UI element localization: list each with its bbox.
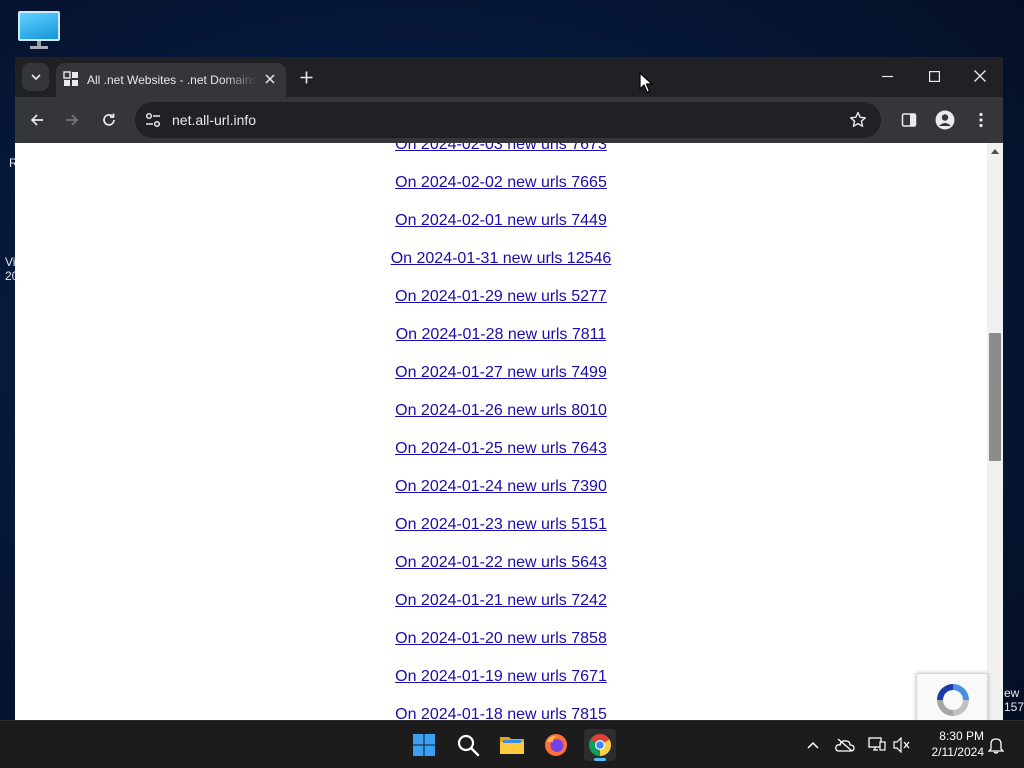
date-link[interactable]: On 2024-01-23 new urls 5151 — [15, 515, 987, 553]
date-link[interactable]: On 2024-01-31 new urls 12546 — [15, 249, 987, 287]
maximize-icon — [928, 70, 940, 82]
bookmark-star-icon[interactable] — [849, 111, 867, 129]
desktop-label-fragment: Vi — [5, 255, 16, 269]
clock-time: 8:30 PM — [939, 729, 984, 743]
site-favicon-icon — [63, 71, 78, 86]
start-button[interactable] — [408, 729, 440, 761]
scrollbar-thumb[interactable] — [989, 333, 1001, 461]
more-vertical-icon — [979, 112, 983, 128]
network-button[interactable] — [867, 735, 887, 755]
date-link[interactable]: On 2024-02-02 new urls 7665 — [15, 173, 987, 211]
forward-button[interactable] — [58, 106, 86, 134]
new-urls-link-list: On 2024-02-03 new urls 7673 On 2024-02-0… — [15, 143, 987, 720]
recaptcha-icon — [937, 684, 969, 716]
date-link[interactable]: On 2024-01-18 new urls 7815 — [15, 705, 987, 720]
date-link[interactable]: On 2024-02-01 new urls 7449 — [15, 211, 987, 249]
reload-button[interactable] — [95, 106, 123, 134]
taskbar: 8:30 PM 2/11/2024 — [0, 720, 1024, 768]
onedrive-offline-icon — [835, 738, 855, 752]
show-hidden-icons-button[interactable] — [803, 735, 823, 755]
firefox-icon — [545, 734, 567, 756]
minimize-icon — [881, 75, 893, 77]
page-content: On 2024-02-03 new urls 7673 On 2024-02-0… — [15, 143, 987, 720]
tab-title: All .net Websites - .net Domains — [87, 73, 257, 87]
navigation-toolbar: net.all-url.info — [15, 97, 1003, 143]
volume-muted-icon — [893, 737, 910, 753]
date-link[interactable]: On 2024-01-26 new urls 8010 — [15, 401, 987, 439]
notifications-button[interactable] — [986, 735, 1006, 755]
active-tab[interactable]: All .net Websites - .net Domains — [56, 63, 286, 97]
date-link[interactable]: On 2024-01-25 new urls 7643 — [15, 439, 987, 477]
desktop-this-pc-icon[interactable] — [18, 11, 60, 49]
profile-icon — [935, 110, 955, 130]
start-icon — [413, 734, 435, 756]
chevron-down-icon — [30, 74, 41, 81]
profile-button[interactable] — [931, 106, 959, 134]
date-link[interactable]: On 2024-01-21 new urls 7242 — [15, 591, 987, 629]
date-link[interactable]: On 2024-01-22 new urls 5643 — [15, 553, 987, 591]
date-link[interactable]: On 2024-01-27 new urls 7499 — [15, 363, 987, 401]
new-tab-button[interactable] — [296, 67, 316, 87]
search-icon — [457, 734, 480, 757]
reload-icon — [103, 113, 115, 126]
side-panel-icon — [901, 113, 917, 127]
date-link[interactable]: On 2024-01-29 new urls 5277 — [15, 287, 987, 325]
scroll-up-arrow-icon[interactable] — [987, 145, 1003, 157]
search-button[interactable] — [452, 729, 484, 761]
plus-icon — [300, 71, 312, 83]
tab-close-button[interactable] — [261, 70, 279, 88]
system-clock[interactable]: 8:30 PM 2/11/2024 — [918, 728, 985, 760]
address-bar[interactable]: net.all-url.info — [135, 102, 881, 138]
recaptcha-badge[interactable] — [916, 673, 988, 720]
onedrive-button[interactable] — [835, 735, 855, 755]
back-button[interactable] — [23, 106, 51, 134]
desktop-label-fragment: ew — [1004, 686, 1020, 700]
chevron-up-icon — [807, 741, 819, 749]
close-icon — [265, 74, 275, 84]
menu-button[interactable] — [967, 106, 995, 134]
page-scrollbar[interactable] — [987, 143, 1003, 720]
close-window-button[interactable] — [965, 64, 995, 88]
mouse-cursor-icon — [639, 72, 653, 93]
file-explorer-button[interactable] — [496, 729, 528, 761]
date-link[interactable]: On 2024-01-28 new urls 7811 — [15, 325, 987, 363]
network-icon — [868, 737, 886, 751]
date-link[interactable]: On 2024-01-19 new urls 7671 — [15, 667, 987, 705]
arrow-left-icon — [30, 114, 43, 126]
url-text: net.all-url.info — [172, 112, 257, 128]
maximize-button[interactable] — [919, 64, 949, 88]
file-explorer-icon — [500, 737, 524, 754]
chrome-icon — [589, 734, 611, 756]
volume-button[interactable] — [892, 735, 912, 755]
desktop-label-fragment: 157 — [1004, 700, 1024, 714]
clock-date: 2/11/2024 — [931, 745, 985, 759]
date-link[interactable]: On 2024-01-24 new urls 7390 — [15, 477, 987, 515]
chrome-window: All .net Websites - .net Domains net.all… — [15, 57, 1003, 720]
chrome-button[interactable] — [584, 729, 616, 761]
tab-strip: All .net Websites - .net Domains — [15, 57, 1003, 97]
site-info-icon[interactable] — [144, 111, 162, 129]
close-icon — [974, 70, 986, 82]
side-panel-button[interactable] — [895, 106, 923, 134]
minimize-button[interactable] — [872, 64, 902, 88]
bell-icon — [988, 738, 1004, 754]
firefox-button[interactable] — [540, 729, 572, 761]
date-link[interactable]: On 2024-02-03 new urls 7673 — [15, 143, 987, 173]
tab-search-button[interactable] — [22, 63, 49, 91]
date-link[interactable]: On 2024-01-20 new urls 7858 — [15, 629, 987, 667]
arrow-right-icon — [66, 114, 79, 126]
